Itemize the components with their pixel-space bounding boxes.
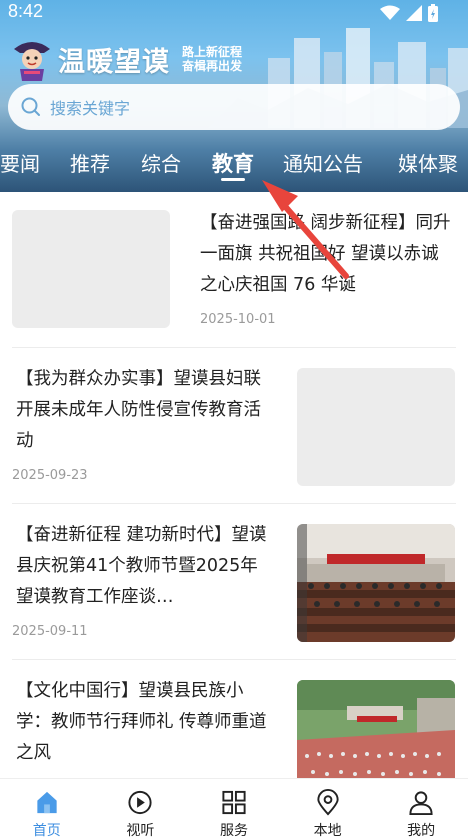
article-date: 2025-09-11 [12, 624, 88, 639]
article-title: 【奋进强国路 阔步新征程】同升一面旗 共祝祖国好 望谟以赤诚之心庆祖国 76 华… [200, 213, 451, 295]
active-tab-indicator [221, 178, 245, 181]
tabbar-services[interactable]: 服务 [187, 779, 281, 840]
bottom-tab-bar: 首页 视听 服务 本地 我的 [0, 778, 468, 840]
location-pin-icon [316, 789, 339, 816]
app-logo: 温暖望谟 路上新征程 奋楫再出发 [10, 36, 242, 82]
tab-headlines[interactable]: 要闻 [0, 142, 40, 186]
tab-label: 推荐 [70, 152, 110, 176]
tab-label: 要闻 [0, 152, 40, 176]
school-ceremony-illustration [297, 680, 455, 778]
tab-label: 综合 [141, 152, 181, 176]
tab-notices[interactable]: 通知公告 [283, 142, 363, 186]
article-card[interactable]: 【奋进新征程 建功新时代】望谟县庆祝第41个教师节暨2025年望谟教育工作座谈…… [12, 504, 456, 660]
search-placeholder: 搜索关键字 [50, 99, 131, 118]
tab-label: 教育 [212, 152, 254, 176]
app-name: 温暖望谟 [58, 46, 170, 78]
header-banner: 8:42 温暖望谟 路上新征程 奋楫再出发 搜索关键字 要闻 推荐 综合 教育 … [0, 0, 468, 192]
article-photo-meeting-hall [297, 524, 455, 642]
tabbar-label: 首页 [32, 823, 61, 839]
article-card[interactable]: 【奋进强国路 阔步新征程】同升一面旗 共祝祖国好 望谟以赤诚之心庆祖国 76 华… [12, 192, 456, 348]
article-thumbnail [12, 210, 170, 328]
tab-education[interactable]: 教育 [212, 142, 254, 186]
tabbar-profile[interactable]: 我的 [374, 779, 468, 840]
article-title: 【我为群众办实事】望谟县妇联开展未成年人防性侵宣传教育活动 [16, 369, 261, 451]
article-card[interactable]: 【文化中国行】望谟县民族小学：教师节行拜师礼 传尊师重道之风 [12, 660, 456, 778]
tabbar-audio-video[interactable]: 视听 [94, 779, 188, 840]
tab-label: 通知公告 [283, 152, 363, 176]
article-date: 2025-10-01 [200, 312, 276, 327]
tab-recommended[interactable]: 推荐 [70, 142, 110, 186]
tabbar-label: 服务 [219, 823, 248, 839]
meeting-hall-illustration [297, 524, 455, 642]
slogan-line-1: 路上新征程 [182, 45, 243, 59]
home-icon [37, 791, 57, 814]
tabbar-label: 视听 [126, 823, 155, 839]
header-slogan: 路上新征程 奋楫再出发 [182, 45, 242, 73]
tab-media[interactable]: 媒体聚 [398, 142, 458, 186]
status-time: 8:42 [8, 1, 44, 21]
search-input[interactable]: 搜索关键字 [8, 84, 460, 130]
article-card[interactable]: 【我为群众办实事】望谟县妇联开展未成年人防性侵宣传教育活动 2025-09-23 [12, 348, 456, 504]
article-feed[interactable]: 【奋进强国路 阔步新征程】同升一面旗 共祝祖国好 望谟以赤诚之心庆祖国 76 华… [0, 192, 468, 778]
article-title: 【奋进新征程 建功新时代】望谟县庆祝第41个教师节暨2025年望谟教育工作座谈… [16, 525, 267, 607]
tab-general[interactable]: 综合 [141, 142, 181, 186]
grid-icon [222, 790, 246, 815]
status-bar: 8:42 [0, 0, 468, 26]
article-thumbnail [297, 368, 455, 486]
tabbar-label: 本地 [313, 823, 342, 839]
article-title: 【文化中国行】望谟县民族小学：教师节行拜师礼 传尊师重道之风 [16, 681, 267, 763]
category-tabs: 要闻 推荐 综合 教育 通知公告 媒体聚 [0, 142, 468, 188]
search-icon [21, 97, 40, 116]
wifi-icon [380, 5, 400, 20]
battery-icon [428, 4, 438, 22]
tab-label: 媒体聚 [398, 152, 458, 176]
slogan-line-2: 奋楫再出发 [182, 59, 243, 73]
article-photo-school-ceremony [297, 680, 455, 778]
cellular-signal-icon [406, 5, 422, 21]
tabbar-local[interactable]: 本地 [281, 779, 375, 840]
play-icon [128, 790, 152, 815]
article-date: 2025-09-23 [12, 468, 88, 483]
person-icon [409, 791, 433, 816]
tabbar-label: 我的 [407, 823, 436, 839]
mascot-logo-icon [14, 42, 50, 81]
tabbar-home[interactable]: 首页 [0, 779, 94, 840]
